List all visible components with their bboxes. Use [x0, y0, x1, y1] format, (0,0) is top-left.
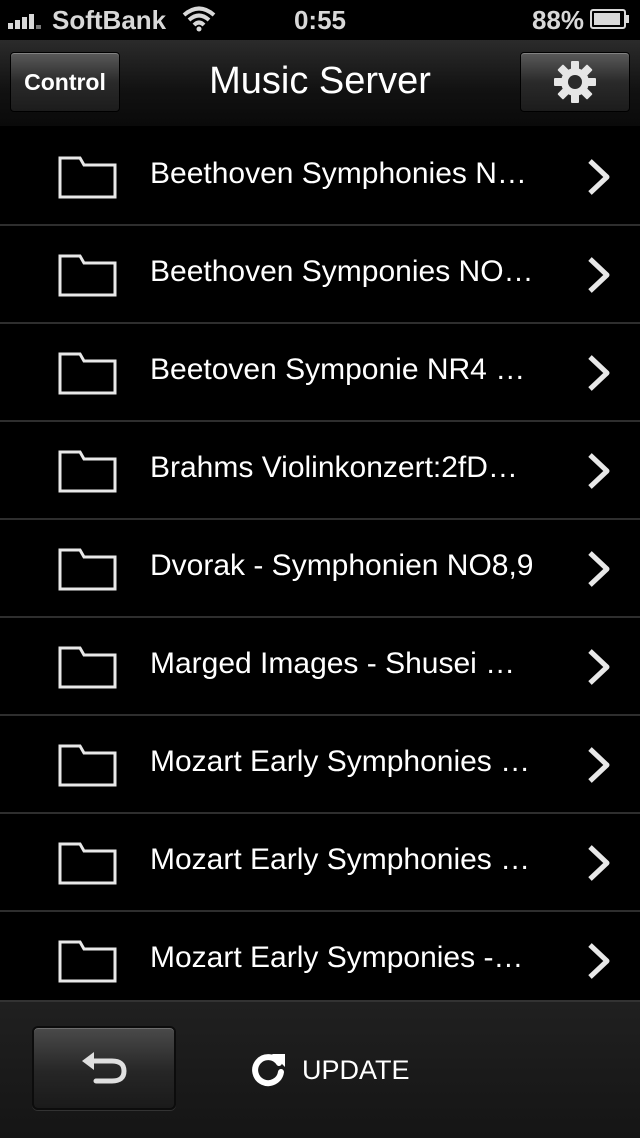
list-item[interactable]: Brahms Violinkonzert:2fD… [0, 422, 640, 520]
folder-icon [58, 744, 117, 787]
folder-label: Dvorak - Symphonien NO8,9 [150, 549, 534, 582]
list-item[interactable]: Mozart Early Symphonies … [0, 716, 640, 814]
folder-label: Mozart Early Symponies -… [150, 941, 524, 974]
folder-icon [58, 548, 117, 591]
list-item[interactable]: Beethoven Symphonies N… [0, 128, 640, 226]
chevron-right-icon [588, 453, 610, 489]
folder-list: Beethoven Symphonies N… Beethoven Sympon… [0, 128, 640, 1000]
control-button[interactable]: Control [10, 52, 120, 112]
chevron-right-icon [588, 845, 610, 881]
page-title: Music Server [209, 60, 431, 102]
battery-percentage: 88% [531, 5, 584, 35]
folder-icon [58, 646, 117, 689]
list-item[interactable]: Marged Images - Shusei … [0, 618, 640, 716]
settings-button[interactable] [520, 52, 630, 112]
chevron-right-icon [588, 747, 610, 783]
folder-label: Mozart Early Symphonies … [150, 745, 531, 778]
status-bar: SoftBank 0:55 88% [0, 0, 640, 40]
chevron-right-icon [588, 159, 610, 195]
folder-label: Beethoven Symphonies N… [150, 157, 527, 190]
folder-icon [58, 842, 117, 885]
battery-icon [590, 9, 629, 29]
list-item[interactable]: Dvorak - Symphonien NO8,9 [0, 520, 640, 618]
navigation-bar: Control Music Server [0, 40, 640, 128]
list-item[interactable]: Beetoven Symponie NR4 … [0, 324, 640, 422]
gear-icon [554, 61, 596, 103]
refresh-icon [252, 1054, 285, 1087]
folder-label: Marged Images - Shusei … [150, 647, 516, 680]
update-label: UPDATE [302, 1054, 410, 1085]
list-item[interactable]: Mozart Early Symponies -… [0, 912, 640, 1000]
folder-icon [58, 352, 117, 395]
chevron-right-icon [588, 649, 610, 685]
folder-label: Beethoven Symponies NO… [150, 255, 534, 288]
folder-label: Mozart Early Symphonies … [150, 843, 531, 876]
back-button[interactable] [32, 1026, 176, 1110]
chevron-right-icon [588, 551, 610, 587]
chevron-right-icon [588, 943, 610, 979]
folder-label: Beetoven Symponie NR4 … [150, 353, 526, 386]
folder-icon [58, 450, 117, 493]
folder-label: Brahms Violinkonzert:2fD… [150, 451, 518, 484]
folder-icon [58, 156, 117, 199]
bottom-toolbar: UPDATE [0, 1000, 640, 1138]
return-arrow-icon [82, 1052, 127, 1084]
update-button[interactable]: UPDATE [248, 1048, 410, 1092]
list-item[interactable]: Beethoven Symponies NO… [0, 226, 640, 324]
chevron-right-icon [588, 355, 610, 391]
chevron-right-icon [588, 257, 610, 293]
list-item[interactable]: Mozart Early Symphonies … [0, 814, 640, 912]
folder-icon [58, 254, 117, 297]
folder-icon [58, 940, 117, 983]
